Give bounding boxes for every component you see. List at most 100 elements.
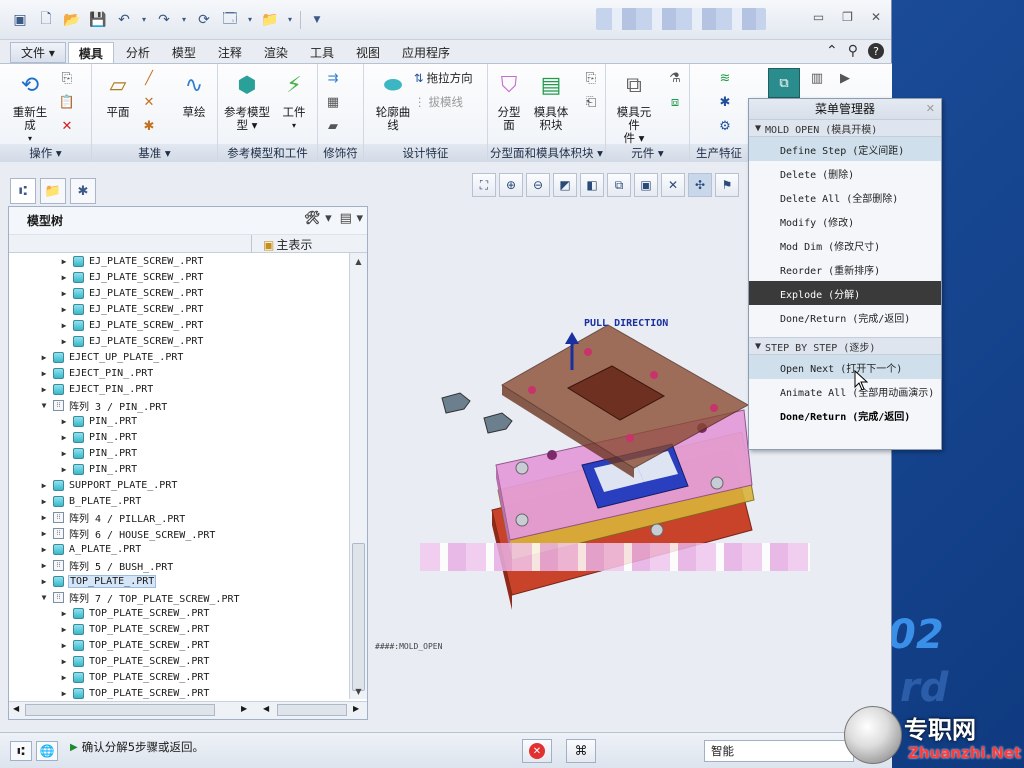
collapsed-icon[interactable]: ▶ [59, 433, 69, 442]
collapsed-icon[interactable]: ▶ [59, 609, 69, 618]
column-separator[interactable] [251, 235, 252, 253]
tree-row[interactable]: ▶ B_PLATE_.PRT [9, 493, 349, 509]
folder-browser-tab[interactable]: 📁 [40, 178, 66, 204]
zoom-out-icon[interactable]: ⊖ [526, 173, 550, 197]
group-label-operations[interactable]: 操作 ▾ [0, 144, 91, 162]
menu-item[interactable]: Animate All (全部用动画演示) [749, 379, 941, 403]
menu-item[interactable]: Mod Dim (修改尺寸) [749, 233, 941, 257]
search-icon[interactable]: ⚲ [848, 43, 858, 59]
view-manager-icon[interactable]: ▣ [634, 173, 658, 197]
display-style-icon[interactable]: ◧ [580, 173, 604, 197]
tree-columns-icon[interactable]: ▤ ▾ [340, 211, 363, 226]
copy-icon[interactable]: ⎘ [58, 70, 76, 86]
menu-item[interactable]: Modify (修改) [749, 209, 941, 233]
windows-icon[interactable]: 🗔 [220, 11, 240, 29]
undo-icon[interactable]: ↶ [114, 11, 134, 29]
tree-row[interactable]: ▶ TOP_PLATE_SCREW_.PRT [9, 653, 349, 669]
tree-horizontal-scrollbar[interactable]: ◀ ▶ ◀ ▶ [9, 701, 367, 719]
menu-item[interactable]: Done/Return (完成/返回) [749, 305, 941, 329]
collapsed-icon[interactable]: ▶ [59, 321, 69, 330]
menu-item[interactable]: Reorder (重新排序) [749, 257, 941, 281]
collapsed-icon[interactable]: ▶ [59, 625, 69, 634]
collapsed-icon[interactable]: ▶ [59, 449, 69, 458]
tab-annotate[interactable]: 注释 [208, 42, 252, 63]
collapsed-icon[interactable]: ▶ [39, 529, 49, 538]
repaint-icon[interactable]: ◩ [553, 173, 577, 197]
collapsed-icon[interactable]: ▶ [59, 657, 69, 666]
plane-button[interactable]: ▱ 平面 [98, 68, 138, 119]
mold-volume-button[interactable]: ▤ 模具体积块 [528, 68, 574, 132]
tab-view[interactable]: 视图 [346, 42, 390, 63]
favorites-tab[interactable]: ✱ [70, 178, 96, 204]
scroll-down-icon[interactable]: ▼ [350, 683, 367, 699]
menu-item[interactable]: Delete (删除) [749, 161, 941, 185]
group-label-parting[interactable]: 分型面和模具体积块 ▾ [488, 144, 605, 162]
menu-section-mold-open[interactable]: ▼ MOLD OPEN (模具开模) [749, 119, 941, 137]
tree-row[interactable]: ▶ EJECT_PIN_.PRT [9, 381, 349, 397]
new-icon[interactable]: 🗋 [36, 11, 56, 29]
paste-icon[interactable]: 📋 [58, 94, 76, 110]
hscroll-thumb-2[interactable] [277, 704, 347, 716]
parting-surface-button[interactable]: ⛉ 分型面 [492, 68, 526, 132]
tree-row[interactable]: ▶ TOP_PLATE_.PRT [9, 573, 349, 589]
draft-line-button[interactable]: ⋮ 拔模线 [414, 94, 463, 110]
minimize-icon[interactable]: ▭ [813, 10, 824, 24]
collapsed-icon[interactable]: ▶ [59, 273, 69, 282]
redo-dropdown-icon[interactable]: ▾ [180, 11, 188, 29]
collapsed-icon[interactable]: ▶ [59, 689, 69, 698]
waterline-icon[interactable]: ✱ [716, 94, 734, 110]
sketch-button[interactable]: ∿ 草绘 [174, 68, 214, 119]
help-icon[interactable]: ? [868, 43, 884, 59]
tree-row[interactable]: ▶ EJ_PLATE_SCREW_.PRT [9, 269, 349, 285]
split-icon[interactable]: ⎘ [582, 70, 600, 86]
tree-row[interactable]: ▶ TOP_PLATE_SCREW_.PRT [9, 621, 349, 637]
group-label-datum[interactable]: 基准 ▾ [92, 144, 217, 162]
tree-settings-icon[interactable]: 🛠 ▾ [304, 211, 332, 226]
collapsed-icon[interactable]: ▶ [59, 257, 69, 266]
collapsed-icon[interactable]: ▶ [39, 561, 49, 570]
spin-center-icon[interactable]: ✣ [688, 173, 712, 197]
mold-layout-icon[interactable]: ▥ [808, 70, 826, 86]
tree-row[interactable]: ▶ PIN_.PRT [9, 429, 349, 445]
menu-section-step-by-step[interactable]: ▼ STEP BY STEP (逐步) [749, 337, 941, 355]
casting-icon[interactable]: ⧈ [666, 94, 684, 110]
browser-icon[interactable]: 🌐 [36, 741, 58, 761]
tab-render[interactable]: 渲染 [254, 42, 298, 63]
refit-icon[interactable]: ⛶ [472, 173, 496, 197]
tree-row[interactable]: ▶ TOP_PLATE_SCREW_.PRT [9, 669, 349, 685]
csys-icon[interactable]: ✱ [140, 118, 158, 134]
tree-row[interactable]: ▶ EJ_PLATE_SCREW_.PRT [9, 333, 349, 349]
collapsed-icon[interactable]: ▶ [39, 513, 49, 522]
collapsed-icon[interactable]: ▶ [59, 305, 69, 314]
menu-item[interactable]: Delete All (全部删除) [749, 185, 941, 209]
cosmetic-grid-icon[interactable]: ▦ [324, 94, 342, 110]
group-label-production[interactable]: 生产特征 [690, 144, 750, 162]
menu-item[interactable]: Done/Return (完成/返回) [749, 403, 941, 427]
scroll-right-icon[interactable]: ▶ [241, 704, 247, 713]
tab-mold[interactable]: 模具 [67, 42, 114, 63]
collapsed-icon[interactable]: ▶ [39, 481, 49, 490]
tree-row[interactable]: ▶ EJ_PLATE_SCREW_.PRT [9, 285, 349, 301]
close-icon[interactable]: ✕ [926, 99, 935, 119]
tab-analysis[interactable]: 分析 [116, 42, 160, 63]
workpiece-button[interactable]: ⚡ 工件 ▾ [272, 68, 316, 132]
collapsed-icon[interactable]: ▶ [59, 417, 69, 426]
collapsed-icon[interactable]: ▶ [59, 673, 69, 682]
scroll-up-icon[interactable]: ▲ [350, 253, 367, 269]
scroll-thumb[interactable] [352, 543, 365, 691]
zoom-in-icon[interactable]: ⊕ [499, 173, 523, 197]
regenerate-icon[interactable]: ⟳ [194, 11, 214, 29]
tab-model[interactable]: 模型 [162, 42, 206, 63]
expanded-icon[interactable]: ▼ [39, 593, 49, 602]
cavity-icon[interactable]: ⚗ [666, 70, 684, 86]
saved-orientations-icon[interactable]: ⧉ [607, 173, 631, 197]
datum-display-icon[interactable]: ✕ [661, 173, 685, 197]
tree-row[interactable]: ▶ EJECT_PIN_.PRT [9, 365, 349, 381]
runner-icon[interactable]: ≋ [716, 70, 734, 86]
annotation-display-icon[interactable]: ⚑ [715, 173, 739, 197]
menu-item[interactable]: Define Step (定义间距) [749, 137, 941, 161]
menu-item[interactable]: Explode (分解) [749, 281, 941, 305]
collapsed-icon[interactable]: ▶ [39, 385, 49, 394]
tab-applications[interactable]: 应用程序 [392, 42, 460, 63]
tree-row[interactable]: ▶ EJ_PLATE_SCREW_.PRT [9, 317, 349, 333]
